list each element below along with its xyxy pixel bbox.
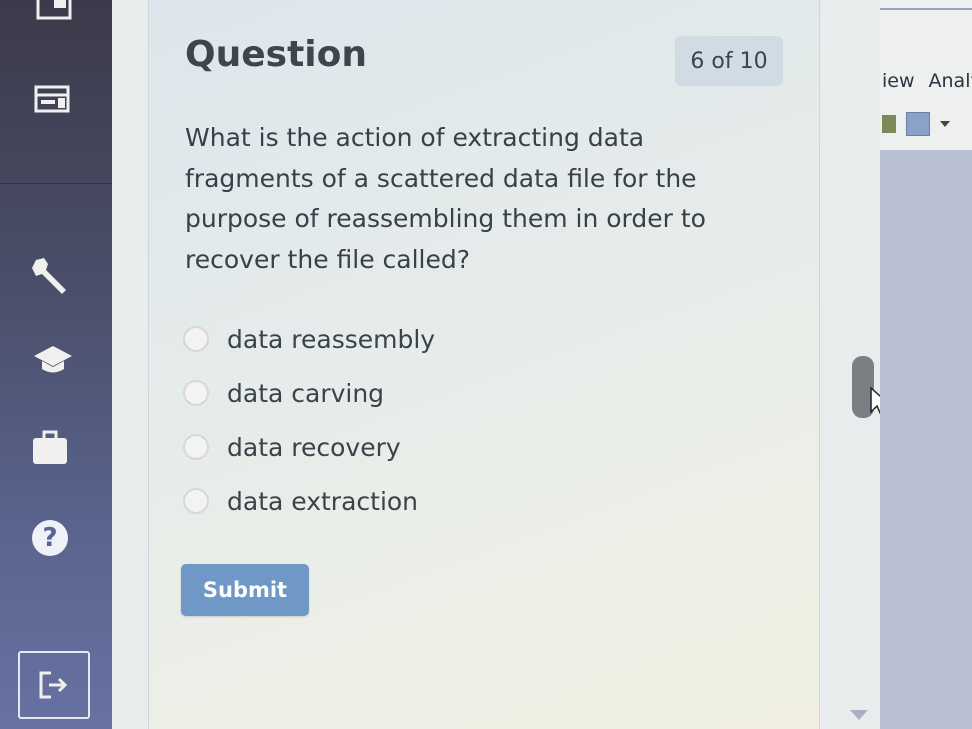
menu-item-view[interactable]: iew (882, 70, 915, 92)
answer-option-label: data extraction (227, 486, 419, 516)
layout-icon[interactable] (34, 84, 72, 116)
question-panel: Question 6 of 10 What is the action of e… (148, 0, 820, 729)
question-text: What is the action of extracting data fr… (185, 123, 706, 274)
menu-item-analyze[interactable]: Analy (929, 70, 972, 92)
question-heading: Question (185, 34, 367, 75)
logout-button[interactable] (18, 651, 90, 719)
background-window-toolbar: iew Analy (880, 0, 972, 150)
answer-option-label: data recovery (227, 432, 401, 462)
help-icon[interactable]: ? (32, 520, 68, 556)
answer-option-label: data reassembly (227, 324, 436, 354)
answer-option[interactable]: data reassembly (183, 312, 435, 366)
tool-icon[interactable] (882, 115, 896, 133)
app-sidebar: ? (0, 0, 112, 729)
window-edge-line (880, 8, 972, 10)
answer-option-label: data carving (227, 378, 385, 408)
answer-option[interactable]: data recovery (183, 420, 435, 474)
background-menu-bar: iew Analy (882, 70, 972, 92)
wrench-icon[interactable] (30, 254, 72, 296)
answer-option[interactable]: data carving (183, 366, 435, 420)
background-tool-row (882, 112, 950, 136)
graduation-cap-icon[interactable] (32, 344, 74, 376)
dropdown-arrow-icon[interactable] (940, 121, 950, 127)
radio-button[interactable] (183, 380, 209, 406)
scroll-down-arrow-icon[interactable] (850, 710, 868, 720)
briefcase-icon[interactable] (32, 430, 70, 466)
question-progress-badge: 6 of 10 (675, 36, 783, 86)
radio-button[interactable] (183, 326, 209, 352)
answer-option[interactable]: data extraction (183, 474, 435, 528)
radio-button[interactable] (183, 488, 209, 514)
submit-button[interactable]: Submit (181, 564, 309, 616)
top-partial-icon[interactable] (36, 0, 72, 22)
sidebar-divider (0, 183, 112, 184)
radio-button[interactable] (183, 434, 209, 460)
tool-icon[interactable] (906, 112, 930, 136)
logout-icon (39, 671, 68, 699)
answer-options: data reassembly data carving data recove… (183, 312, 435, 528)
